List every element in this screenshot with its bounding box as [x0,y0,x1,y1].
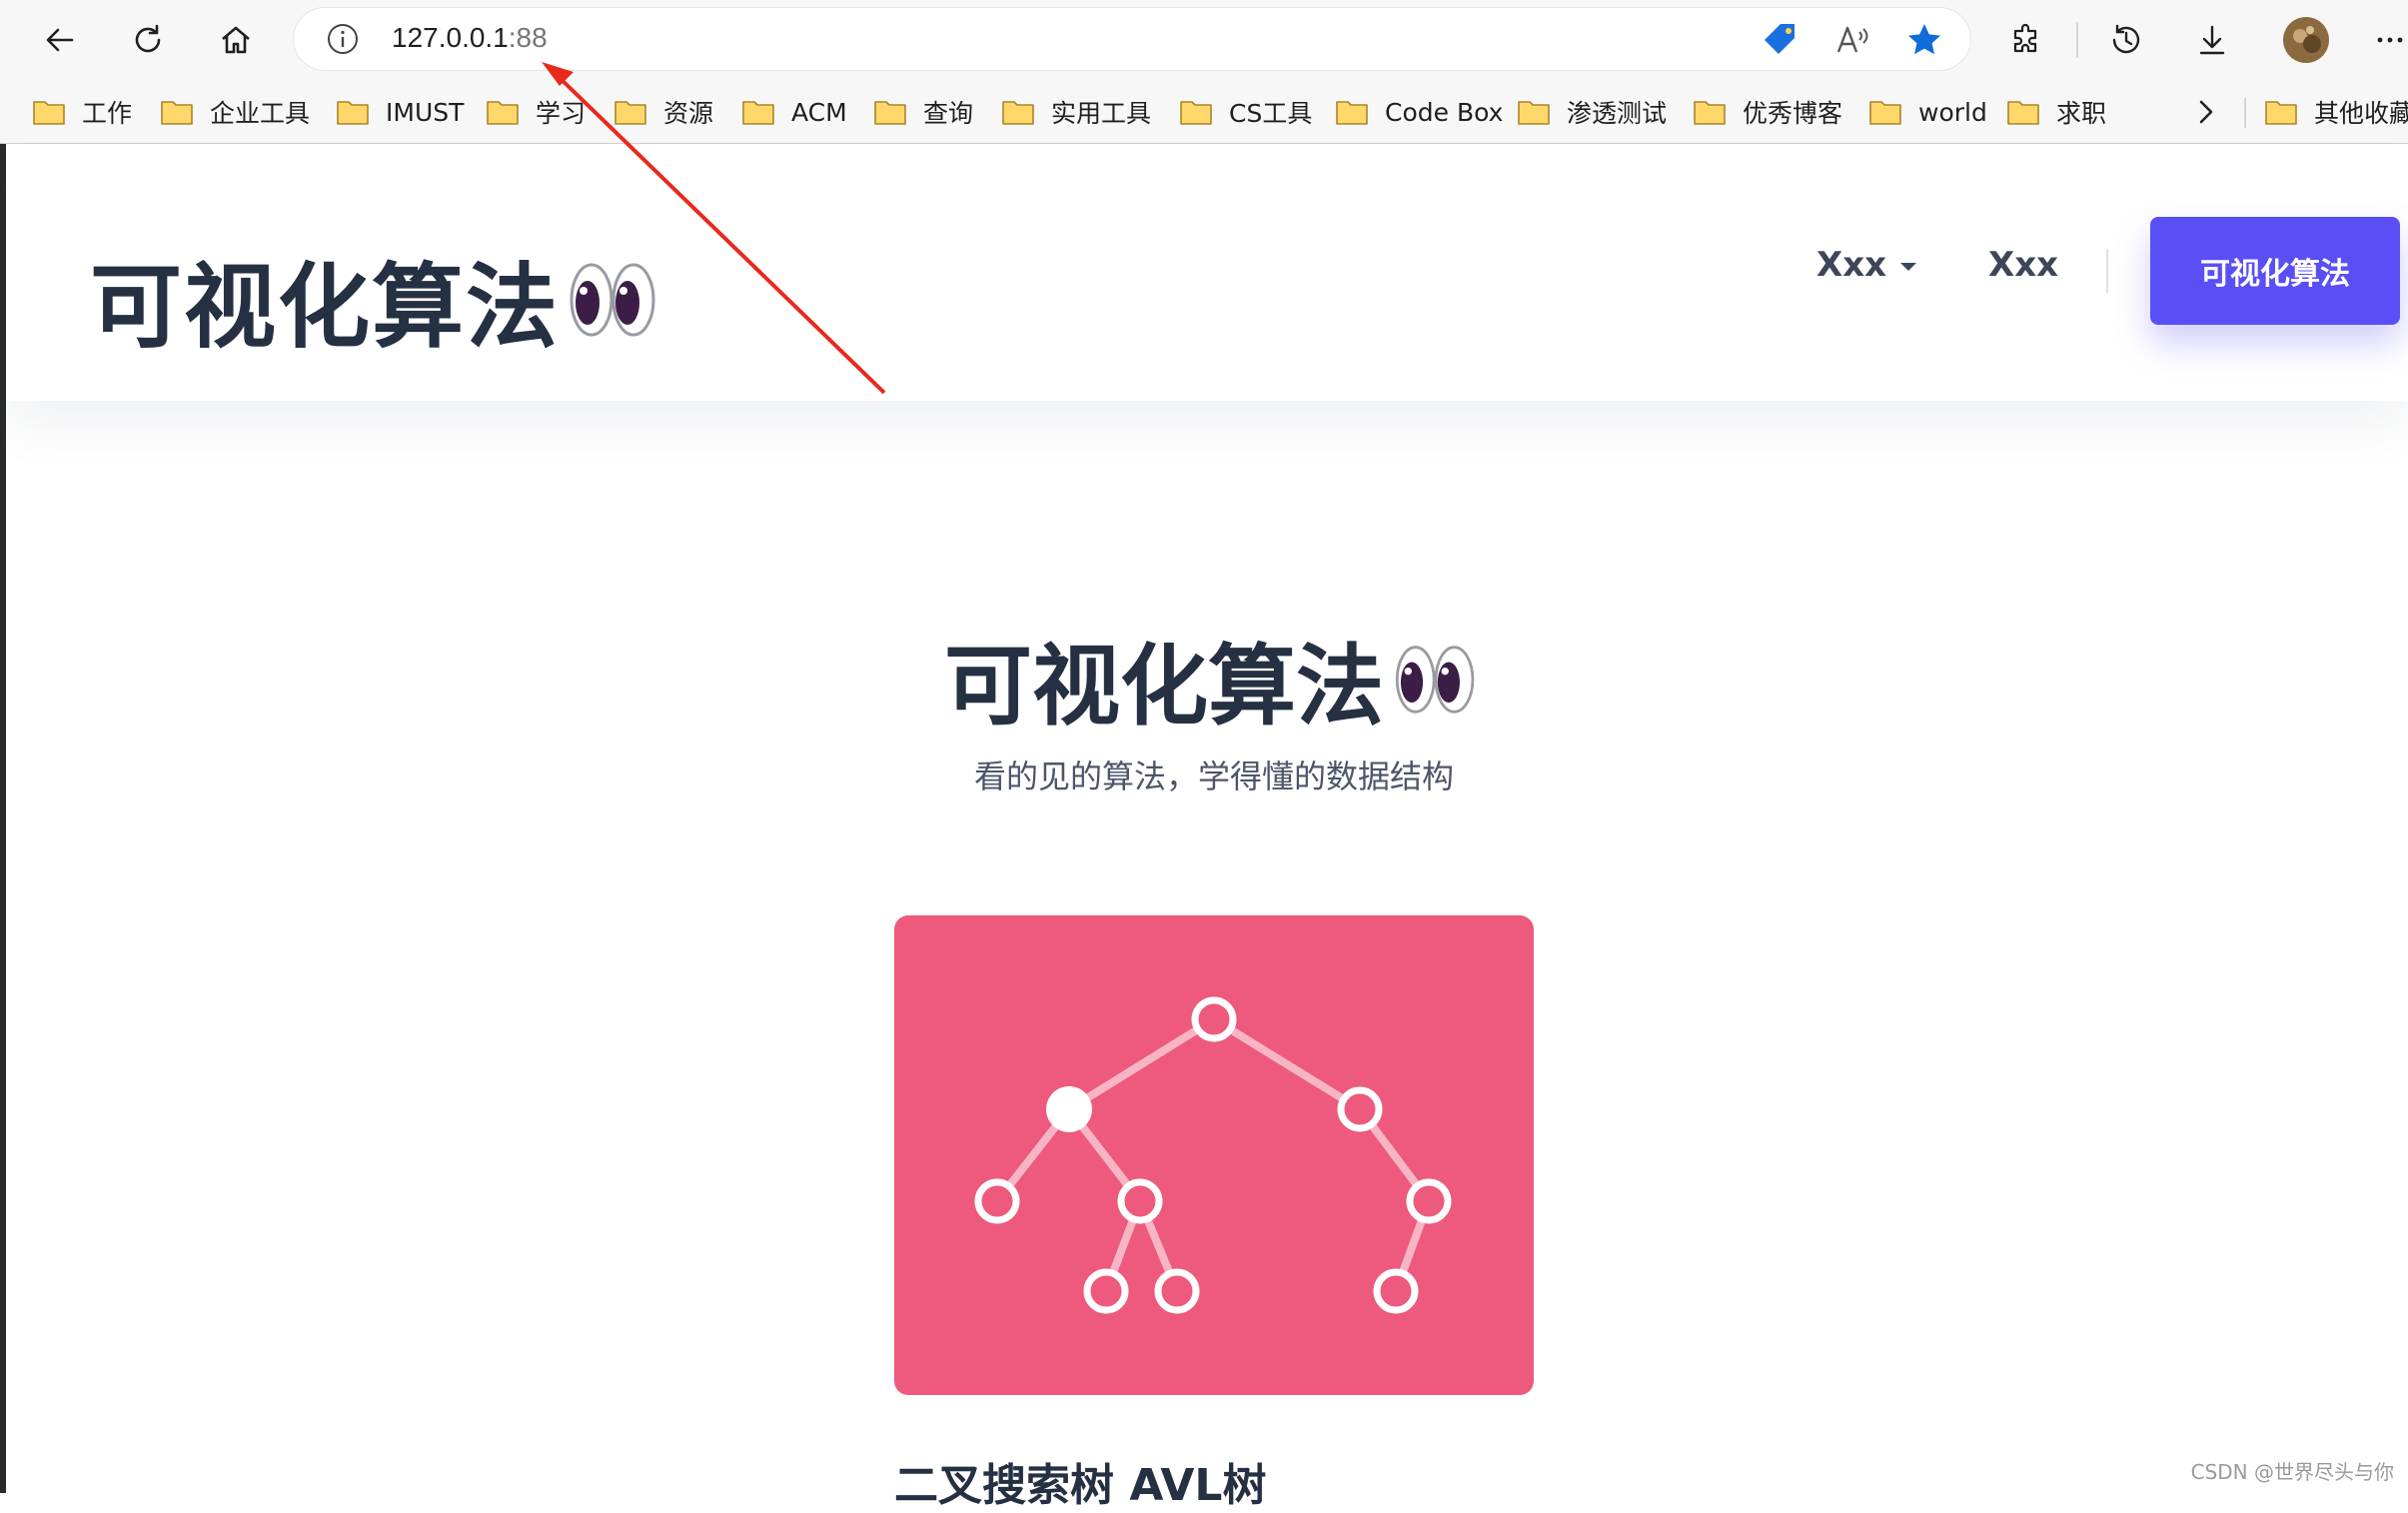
watermark: CSDN @世界尽头与你 [2191,1456,2394,1485]
annotation-arrow [0,0,2408,1493]
